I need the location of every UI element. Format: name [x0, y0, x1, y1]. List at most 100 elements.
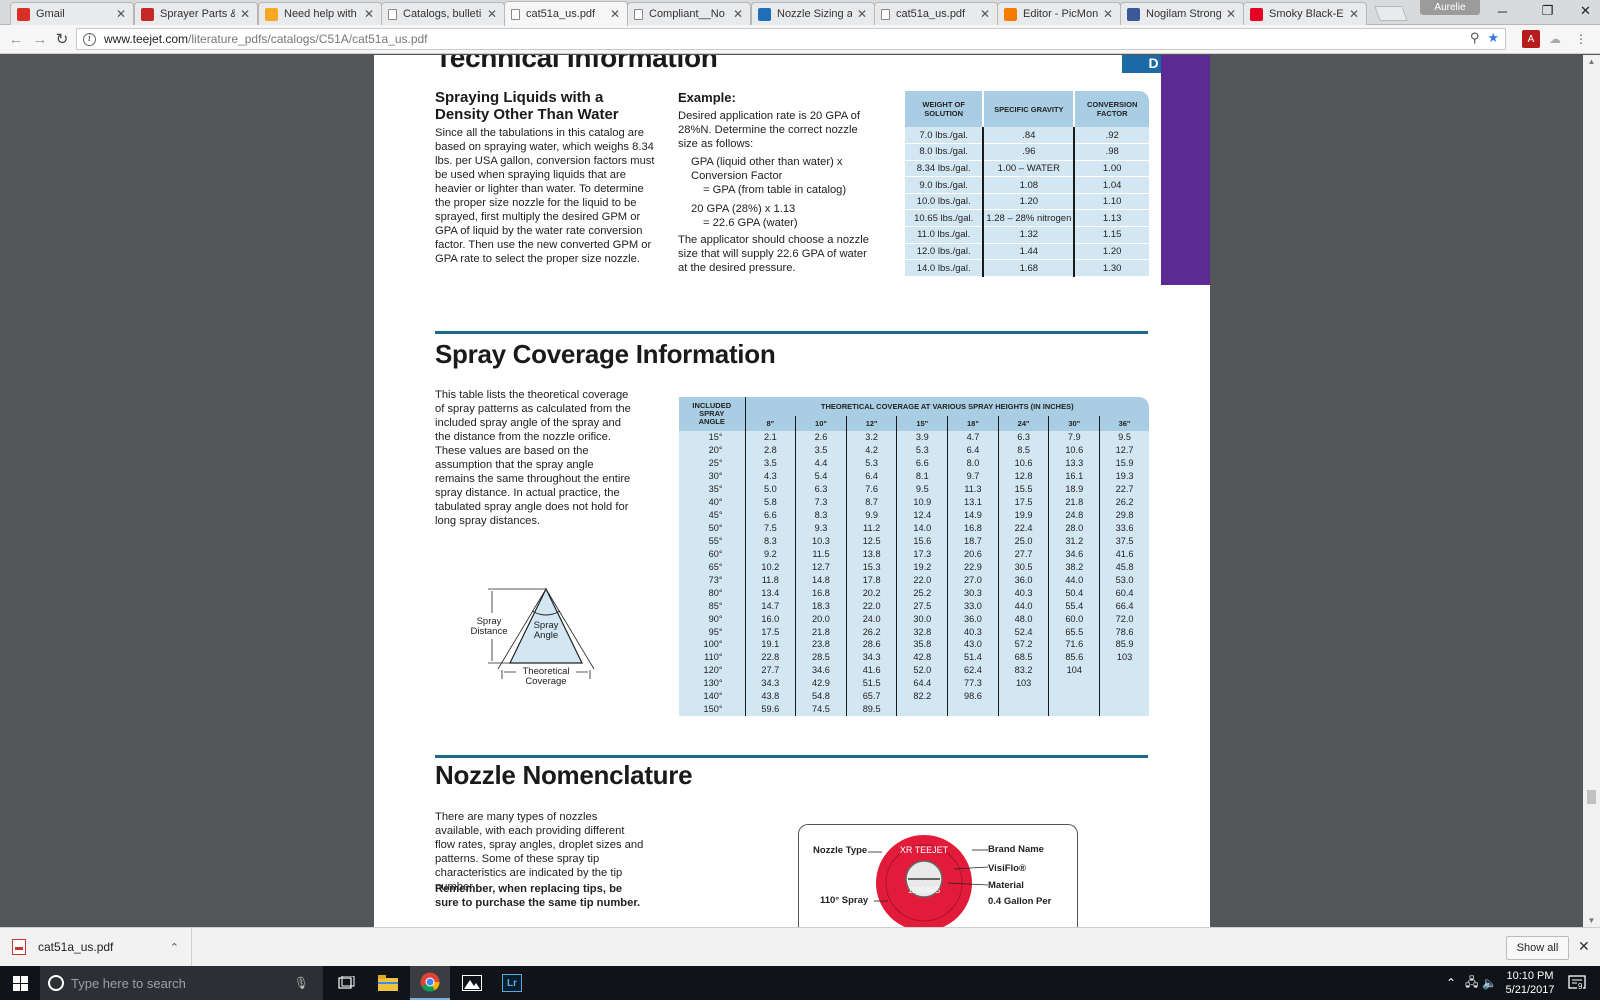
- browser-tab[interactable]: Smoky Black-Ey ✕: [1243, 2, 1367, 25]
- browser-tab[interactable]: Nozzle Sizing an ✕: [751, 2, 875, 25]
- tab-close-icon[interactable]: ✕: [115, 7, 127, 21]
- scroll-thumb[interactable]: [1587, 790, 1596, 804]
- spray-angle-cell: 85°: [679, 599, 746, 613]
- acrobat-extension-icon[interactable]: A: [1522, 30, 1540, 48]
- tab-close-icon[interactable]: ✕: [239, 7, 251, 21]
- tab-close-icon[interactable]: ✕: [486, 7, 498, 21]
- coverage-cell: 28.5: [795, 650, 847, 664]
- microphone-icon[interactable]: 🎙: [294, 976, 309, 990]
- browser-tab[interactable]: cat51a_us.pdf ✕: [874, 2, 998, 25]
- pdf-viewer[interactable]: Technical Information D Spraying Liquids…: [0, 55, 1600, 927]
- coverage-cell: 82.2: [896, 689, 949, 703]
- tab-close-icon[interactable]: ✕: [363, 7, 375, 21]
- tab-close-icon[interactable]: ✕: [1348, 7, 1360, 21]
- taskbar-clock[interactable]: 10:10 PM 5/21/2017: [1495, 969, 1565, 997]
- scroll-down-icon[interactable]: ▼: [1583, 916, 1600, 925]
- action-center-icon[interactable]: 9: [1568, 966, 1586, 1000]
- browser-tab[interactable]: Nogilam Strong ✕: [1120, 2, 1244, 25]
- zoom-icon[interactable]: ⚲: [1470, 30, 1480, 46]
- lightroom-taskbar-icon[interactable]: Lr: [492, 966, 532, 1000]
- viewer-scrollbar[interactable]: ▲ ▼: [1583, 55, 1600, 927]
- theoretical-coverage-label: Theoretical Coverage: [516, 667, 576, 687]
- tab-close-icon[interactable]: ✕: [856, 7, 868, 21]
- coverage-cell: 31.2: [1048, 534, 1101, 548]
- table-row: 15° 2.1 2.6 3.2 3.9 4.7 6.3 7.9 9.5: [679, 431, 1149, 444]
- browser-tab[interactable]: Compliant__No ✕: [627, 2, 751, 25]
- coverage-cell: 22.9: [947, 560, 999, 574]
- coverage-cell: 4.7: [947, 431, 999, 444]
- coverage-cell: 11.5: [795, 547, 847, 561]
- pdf-page: Technical Information D Spraying Liquids…: [374, 55, 1210, 927]
- coverage-cell: 44.0: [998, 599, 1050, 613]
- minimize-icon[interactable]: ─: [1480, 0, 1525, 22]
- browser-tab[interactable]: Catalogs, bulleti ✕: [381, 2, 505, 25]
- photos-taskbar-icon[interactable]: [452, 966, 492, 1000]
- table-cell: 1.44: [983, 243, 1076, 261]
- coverage-cell: 27.5: [896, 599, 949, 613]
- coverage-cell: 15.5: [998, 482, 1050, 496]
- reload-icon[interactable]: ↻: [52, 29, 72, 49]
- coverage-cell: 22.0: [846, 599, 898, 613]
- browser-tab[interactable]: Gmail ✕: [10, 2, 134, 25]
- taskbar-search-box[interactable]: Type here to search 🎙: [40, 966, 323, 1000]
- angle-header: INCLUDED SPRAY ANGLE: [679, 397, 746, 431]
- browser-tab[interactable]: Sprayer Parts & ✕: [134, 2, 258, 25]
- scroll-up-icon[interactable]: ▲: [1583, 57, 1600, 66]
- browser-tab[interactable]: cat51a_us.pdf ✕: [504, 1, 628, 26]
- file-explorer-icon[interactable]: [368, 966, 408, 1000]
- profile-button[interactable]: Aurelie: [1420, 0, 1480, 15]
- browser-tab[interactable]: Need help with ✕: [258, 2, 382, 25]
- coverage-cell: 65.7: [846, 689, 898, 703]
- coverage-cell: 14.9: [947, 508, 999, 522]
- coverage-cell: 40.3: [998, 586, 1050, 600]
- download-item[interactable]: cat51a_us.pdf ⌃: [12, 928, 192, 966]
- table-cell: 8.0 lbs./gal.: [905, 143, 985, 161]
- coverage-cell: 27.7: [745, 663, 797, 677]
- spray-angle-cell: 73°: [679, 573, 746, 587]
- spray-angle-cell: 55°: [679, 534, 746, 548]
- coverage-cell: 43.0: [947, 638, 999, 651]
- height-column-header: 12": [846, 416, 898, 431]
- address-bar[interactable]: i www.teejet.com/literature_pdfs/catalog…: [76, 28, 1506, 50]
- table-row: 9.0 lbs./gal. 1.08 1.04: [905, 176, 1149, 194]
- windows-taskbar: Type here to search 🎙 Lr ⌃ 🖧 🔈 10:10 PM …: [0, 966, 1600, 1000]
- browser-tab[interactable]: Editor - PicMon ✕: [997, 2, 1121, 25]
- tab-close-icon[interactable]: ✕: [979, 7, 991, 21]
- coverage-cell: 18.3: [795, 599, 847, 613]
- tab-strip: Gmail ✕ Sprayer Parts & ✕ Need help with ✕ Cat…: [0, 0, 1600, 26]
- show-hidden-icons[interactable]: ⌃: [1446, 966, 1456, 1000]
- coverage-cell: 34.3: [745, 676, 797, 690]
- forward-icon[interactable]: →: [30, 29, 50, 49]
- notification-count: 9: [1577, 982, 1584, 991]
- network-icon[interactable]: 🖧: [1465, 966, 1478, 1000]
- clock-date: 5/21/2017: [1505, 984, 1555, 996]
- windows-logo-icon: [12, 975, 28, 991]
- table-cell: 1.15: [1074, 226, 1149, 244]
- coverage-cell: 16.8: [795, 586, 847, 600]
- close-download-bar-icon[interactable]: ✕: [1578, 938, 1590, 955]
- search-placeholder: Type here to search: [71, 975, 186, 991]
- task-view-icon[interactable]: [326, 966, 366, 1000]
- lightroom-logo-icon: Lr: [502, 974, 522, 992]
- table-row: 95° 17.5 21.8 26.2 32.8 40.3 52.4 65.5 78.6: [679, 625, 1149, 638]
- tab-close-icon[interactable]: ✕: [1102, 7, 1114, 21]
- tab-close-icon[interactable]: ✕: [732, 7, 744, 21]
- close-window-icon[interactable]: ✕: [1563, 0, 1600, 22]
- cloud-extension-icon[interactable]: ☁: [1546, 30, 1564, 48]
- tab-close-icon[interactable]: ✕: [609, 7, 621, 21]
- show-all-downloads-button[interactable]: Show all: [1506, 936, 1569, 960]
- back-icon[interactable]: ←: [6, 29, 26, 49]
- coverage-cell: 3.5: [745, 456, 797, 470]
- tab-close-icon[interactable]: ✕: [1225, 7, 1237, 21]
- table-row: 130° 34.3 42.9 51.5 64.4 77.3 103: [679, 676, 1149, 690]
- start-button[interactable]: [0, 966, 40, 1000]
- table-cell: 11.0 lbs./gal.: [905, 226, 985, 244]
- site-info-icon[interactable]: i: [83, 32, 96, 46]
- chrome-taskbar-icon[interactable]: [410, 966, 450, 1000]
- menu-icon[interactable]: ⋮: [1572, 30, 1590, 48]
- coverage-cell: 12.8: [998, 469, 1050, 483]
- chevron-up-icon[interactable]: ⌃: [170, 941, 179, 954]
- bookmark-star-icon[interactable]: ★: [1487, 30, 1499, 46]
- coverage-cell: [1048, 676, 1101, 690]
- new-tab-button[interactable]: [1374, 6, 1408, 21]
